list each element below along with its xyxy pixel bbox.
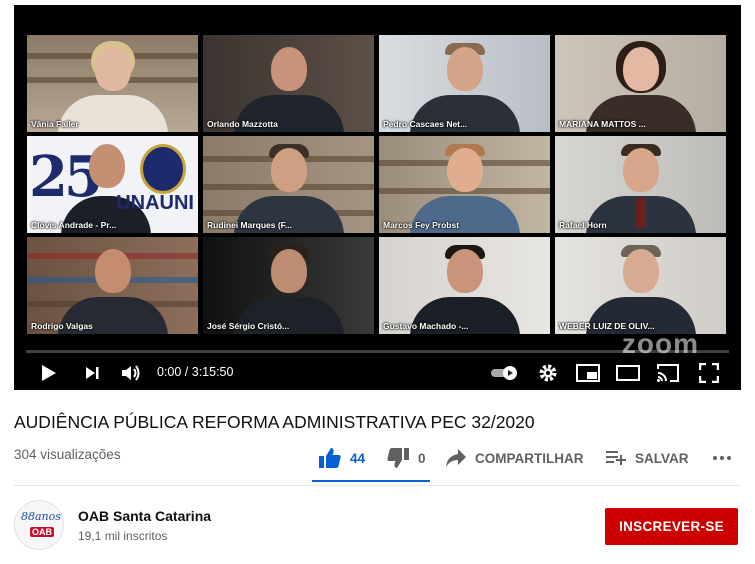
participant-name: Vânia Faller xyxy=(31,119,79,129)
autoplay-toggle-icon xyxy=(491,365,517,380)
participant-tile: Rafael Horn xyxy=(555,136,726,233)
divider xyxy=(14,485,741,486)
cast-icon xyxy=(657,363,679,382)
participant-tile: Marcos Fey Probst xyxy=(379,136,550,233)
fullscreen-icon xyxy=(699,362,719,383)
save-button[interactable]: SALVAR xyxy=(605,440,689,476)
participant-tile: José Sérgio Cristó... xyxy=(203,237,374,334)
participant-name: Gustavo Machado -... xyxy=(383,321,469,331)
participant-tile: Vânia Faller xyxy=(27,35,198,132)
avatar-text-bottom: OAB xyxy=(30,527,54,537)
save-label: SALVAR xyxy=(635,450,689,466)
next-button[interactable] xyxy=(80,355,104,390)
more-horizontal-icon xyxy=(713,456,731,460)
video-player[interactable]: Vânia Faller Orlando Mazzotta Pedro Casc… xyxy=(14,5,741,390)
participant-name: Orlando Mazzotta xyxy=(207,119,278,129)
seal-icon xyxy=(140,144,186,194)
participant-name: Clóvis Andrade - Pr... xyxy=(31,220,117,230)
like-count: 44 xyxy=(350,450,366,466)
miniplayer-icon xyxy=(576,363,600,382)
theater-mode-button[interactable] xyxy=(615,355,641,390)
participant-name: Rudinei Marques (F... xyxy=(207,220,293,230)
autoplay-toggle[interactable] xyxy=(488,355,522,390)
participant-name: Rafael Horn xyxy=(559,220,607,230)
logo-text: UNAUNI xyxy=(116,192,194,214)
play-icon xyxy=(42,364,56,381)
like-button[interactable]: 44 xyxy=(318,440,365,476)
progress-bar[interactable] xyxy=(26,350,729,353)
participant-name: Marcos Fey Probst xyxy=(383,220,460,230)
participant-tile: Pedro Cascaes Net... xyxy=(379,35,550,132)
settings-button[interactable] xyxy=(536,355,560,390)
player-controls: 0:00 / 3:15:50 xyxy=(14,355,741,390)
skip-next-icon xyxy=(86,366,99,379)
participant-tile: Gustavo Machado -... xyxy=(379,237,550,334)
fullscreen-button[interactable] xyxy=(696,355,722,390)
thumbs-down-icon xyxy=(386,447,410,469)
share-label: COMPARTILHAR xyxy=(475,450,584,466)
thumbs-up-icon xyxy=(318,447,342,469)
participant-tile: WEBER LUIZ DE OLIV... xyxy=(555,237,726,334)
time-display: 0:00 / 3:15:50 xyxy=(157,365,234,379)
channel-name[interactable]: OAB Santa Catarina xyxy=(78,508,211,524)
participant-name: MARIANA MATTOS ... xyxy=(559,119,646,129)
participant-name: Pedro Cascaes Net... xyxy=(383,119,468,129)
participant-name: Rodrigo Valgas xyxy=(31,321,93,331)
video-title: AUDIÊNCIA PÚBLICA REFORMA ADMINISTRATIVA… xyxy=(14,412,535,432)
share-icon xyxy=(445,448,467,468)
cast-button[interactable] xyxy=(655,355,681,390)
participant-tile: Rodrigo Valgas xyxy=(27,237,198,334)
more-actions-button[interactable] xyxy=(712,440,732,476)
playlist-add-icon xyxy=(605,449,627,467)
subscriber-count: 19,1 mil inscritos xyxy=(78,529,168,543)
participant-name: José Sérgio Cristó... xyxy=(207,321,290,331)
subscribe-button[interactable]: INSCREVER-SE xyxy=(605,508,738,545)
participant-tile: Rudinei Marques (F... xyxy=(203,136,374,233)
volume-button[interactable] xyxy=(118,355,144,390)
dislike-button[interactable]: 0 xyxy=(386,440,426,476)
participant-tile: Orlando Mazzotta xyxy=(203,35,374,132)
participant-tile-active-speaker: MARIANA MATTOS ... xyxy=(555,35,726,132)
view-count: 304 visualizações xyxy=(14,447,121,462)
share-button[interactable]: COMPARTILHAR xyxy=(445,440,584,476)
theater-icon xyxy=(616,364,640,381)
channel-avatar[interactable]: 88anos OAB xyxy=(14,500,64,550)
participant-tile: 25 UNAUNI Clóvis Andrade - Pr... xyxy=(27,136,198,233)
gear-icon xyxy=(539,364,557,381)
like-ratio-bar xyxy=(312,480,430,482)
miniplayer-button[interactable] xyxy=(575,355,601,390)
play-button[interactable] xyxy=(34,355,62,390)
dislike-count: 0 xyxy=(418,450,426,466)
volume-icon xyxy=(122,364,140,381)
avatar-text-top: 88anos xyxy=(21,510,61,523)
